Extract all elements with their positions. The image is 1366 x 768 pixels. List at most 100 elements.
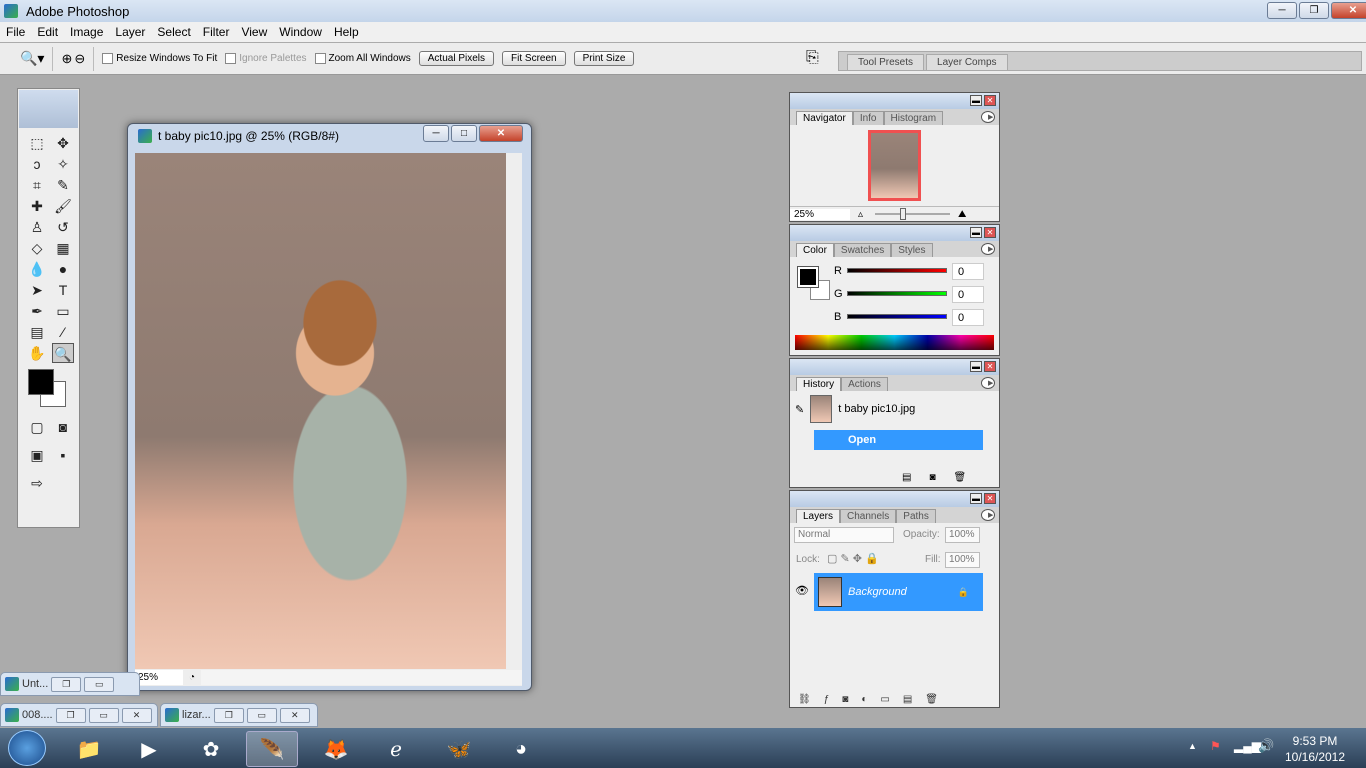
action-center-icon[interactable]: ⚑	[1210, 739, 1221, 753]
eraser-tool-icon[interactable]: ◇	[26, 238, 48, 258]
history-snapshot[interactable]: ✎ t baby pic10.jpg	[790, 392, 983, 426]
r-slider[interactable]	[847, 268, 947, 273]
doc-zoom-field[interactable]: 25%	[135, 670, 183, 685]
panel-close-button[interactable]: ✕	[984, 361, 996, 372]
zoom-in-small-icon[interactable]: ⛰	[958, 209, 966, 220]
firefox-icon[interactable]: 🦊	[310, 731, 362, 767]
fill-field[interactable]: 100%	[945, 552, 980, 568]
show-hidden-icons[interactable]: ▲	[1188, 741, 1197, 751]
minimize-button[interactable]: ─	[1267, 2, 1297, 19]
layer-background[interactable]: Background 🔒	[814, 573, 983, 611]
full-screen-icon[interactable]: ▪	[52, 445, 74, 465]
close-button[interactable]: ✕	[1331, 2, 1366, 19]
minimized-doc-untitled[interactable]: Unt... ❐ ▭	[0, 672, 140, 696]
history-step-open[interactable]: Open	[814, 430, 983, 450]
doc-maximize-button[interactable]: □	[451, 125, 477, 142]
pen-tool-icon[interactable]: ✒	[26, 301, 48, 321]
foreground-color-swatch[interactable]	[28, 369, 54, 395]
menu-edit[interactable]: Edit	[31, 25, 64, 39]
volume-icon[interactable]: 🔊	[1258, 738, 1274, 754]
tab-history[interactable]: History	[796, 377, 842, 391]
magic-wand-icon[interactable]: ✧	[52, 154, 74, 174]
tab-swatches[interactable]: Swatches	[833, 243, 892, 257]
palette-well-icon[interactable]: ⎘	[806, 49, 819, 67]
close-icon[interactable]: ✕	[121, 707, 152, 723]
layer-style-icon[interactable]: ƒ	[824, 694, 830, 705]
path-selection-icon[interactable]: ➤	[26, 280, 48, 300]
screen-mode-icon[interactable]: ▣	[26, 445, 48, 465]
opacity-field[interactable]: 100%	[945, 527, 980, 543]
vertical-scrollbar[interactable]	[506, 153, 522, 669]
close-icon[interactable]: ✕	[279, 707, 310, 723]
start-button[interactable]	[8, 730, 46, 766]
circle-app-icon[interactable]: ◕	[495, 731, 547, 767]
ignore-palettes-checkbox[interactable]: Ignore Palettes	[225, 53, 307, 64]
move-tool-icon[interactable]: ✥	[52, 133, 74, 153]
brush-tool-icon[interactable]: 🖌	[52, 196, 74, 216]
restore-button[interactable]: ❐	[1299, 2, 1329, 19]
panel-minimize-button[interactable]: ▬	[970, 493, 982, 504]
media-player-icon[interactable]: ▶	[123, 731, 175, 767]
resize-windows-checkbox[interactable]: Resize Windows To Fit	[102, 53, 217, 64]
zoom-tool-icon[interactable]: 🔍	[52, 343, 74, 363]
image-canvas[interactable]	[135, 153, 506, 669]
new-snapshot-icon[interactable]: ◙	[929, 472, 935, 483]
layer-comps-tab[interactable]: Layer Comps	[926, 54, 1008, 70]
navigator-zoom-field[interactable]: 25%	[790, 208, 850, 220]
navigator-zoom-slider[interactable]	[875, 208, 951, 220]
r-field[interactable]: 0	[952, 263, 984, 280]
explorer-icon[interactable]: 📁	[63, 731, 115, 767]
crop-tool-icon[interactable]: ⌗	[26, 175, 48, 195]
tool-presets-tab[interactable]: Tool Presets	[847, 54, 925, 70]
clock[interactable]: 9:53 PM 10/16/2012	[1280, 733, 1350, 765]
maximize-icon[interactable]: ▭	[84, 676, 115, 692]
adjustment-layer-icon[interactable]: ◐	[861, 694, 867, 705]
b-slider[interactable]	[847, 314, 947, 319]
stamp-tool-icon[interactable]: ♙	[26, 217, 48, 237]
shape-tool-icon[interactable]: ▭	[52, 301, 74, 321]
delete-layer-icon[interactable]: 🗑	[925, 694, 938, 705]
standard-mode-icon[interactable]: ▢	[26, 417, 48, 437]
foreground-swatch[interactable]	[797, 266, 819, 288]
restore-icon[interactable]: ❐	[55, 707, 86, 723]
blend-mode-select[interactable]: Normal	[794, 527, 894, 543]
restore-icon[interactable]: ❐	[213, 707, 244, 723]
zoom-in-icon[interactable]: ⊕	[61, 51, 72, 67]
slice-tool-icon[interactable]: ✎	[52, 175, 74, 195]
panel-menu-icon[interactable]: ▶	[981, 509, 995, 521]
tab-actions[interactable]: Actions	[841, 377, 888, 391]
restore-icon[interactable]: ❐	[51, 676, 82, 692]
g-slider[interactable]	[847, 291, 947, 296]
panel-close-button[interactable]: ✕	[984, 493, 996, 504]
menu-file[interactable]: File	[0, 25, 31, 39]
actual-pixels-button[interactable]: Actual Pixels	[418, 51, 495, 66]
panel-minimize-button[interactable]: ▬	[970, 95, 982, 106]
lasso-tool-icon[interactable]: ↄ	[26, 154, 48, 174]
panel-close-button[interactable]: ✕	[984, 227, 996, 238]
minimized-doc-lizard[interactable]: lizar... ❐ ▭ ✕	[160, 703, 318, 727]
marquee-tool-icon[interactable]: ⬚	[26, 133, 48, 153]
jump-to-imageready-icon[interactable]: ⇨	[26, 473, 48, 493]
hand-tool-icon[interactable]: ✋	[26, 343, 48, 363]
menu-window[interactable]: Window	[273, 25, 328, 39]
panel-minimize-button[interactable]: ▬	[970, 361, 982, 372]
photoshop-taskbar-icon[interactable]: 🪶	[246, 731, 298, 767]
tab-color[interactable]: Color	[796, 243, 834, 257]
b-field[interactable]: 0	[952, 309, 984, 326]
fit-screen-button[interactable]: Fit Screen	[502, 51, 566, 66]
tab-histogram[interactable]: Histogram	[883, 111, 944, 125]
tab-paths[interactable]: Paths	[896, 509, 936, 523]
menu-view[interactable]: View	[235, 25, 273, 39]
network-icon[interactable]: ▂▄▆	[1234, 739, 1261, 753]
menu-image[interactable]: Image	[64, 25, 109, 39]
panel-menu-icon[interactable]: ▶	[981, 243, 995, 255]
eyedropper-icon[interactable]: ⁄	[52, 322, 74, 342]
navigator-thumbnail[interactable]	[868, 130, 921, 201]
visibility-eye-icon[interactable]: 👁	[795, 584, 809, 597]
panel-menu-icon[interactable]: ▶	[981, 377, 995, 389]
doc-minimize-button[interactable]: ─	[423, 125, 449, 142]
tab-channels[interactable]: Channels	[840, 509, 897, 523]
print-size-button[interactable]: Print Size	[573, 51, 635, 66]
menu-help[interactable]: Help	[328, 25, 365, 39]
internet-explorer-icon[interactable]: ℯ	[370, 731, 422, 767]
